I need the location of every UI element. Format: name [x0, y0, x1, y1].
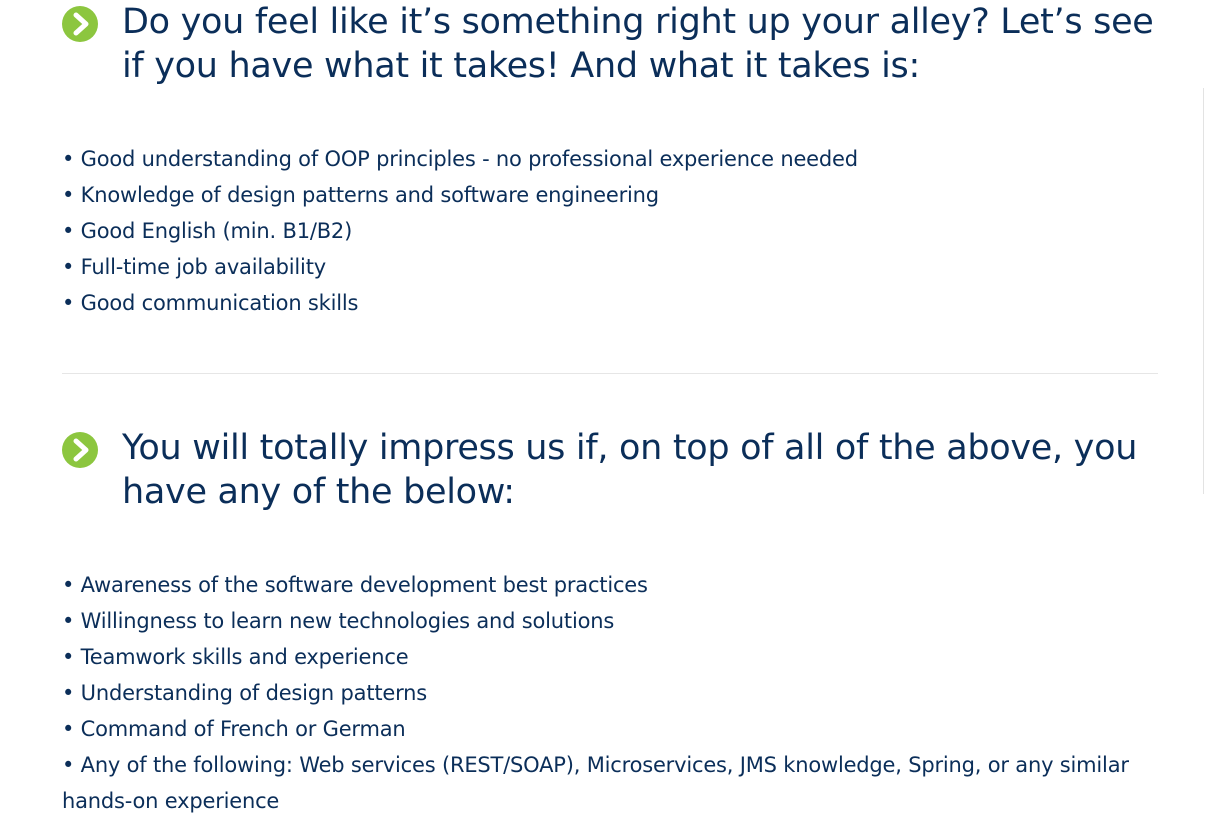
list-item: • Teamwork skills and experience [62, 645, 409, 669]
requirements-heading: Do you feel like it’s something right up… [122, 2, 1154, 86]
bonus-skills-list: • Awareness of the software development … [62, 567, 1158, 819]
list-item: • Good communication skills [62, 291, 359, 315]
requirements-heading-row: Do you feel like it’s something right up… [62, 0, 1158, 88]
bonus-heading: You will totally impress us if, on top o… [122, 428, 1138, 512]
list-item: • Full-time job availability [62, 255, 326, 279]
list-item: • Command of French or German [62, 717, 406, 741]
requirements-list: • Good understanding of OOP principles -… [62, 141, 1158, 321]
list-item: • Knowledge of design patterns and softw… [62, 183, 659, 207]
list-item: • Any of the following: Web services (RE… [62, 753, 1129, 813]
chevron-right-circle-icon [62, 6, 98, 42]
bonus-skills-section: You will totally impress us if, on top o… [62, 426, 1158, 813]
job-requirements-page: Do you feel like it’s something right up… [0, 0, 1209, 824]
sidebar-edge-border [1203, 88, 1204, 494]
section-divider [62, 373, 1158, 374]
chevron-right-circle-icon [62, 432, 98, 468]
requirements-section: Do you feel like it’s something right up… [62, 0, 1158, 315]
list-item: • Awareness of the software development … [62, 573, 648, 597]
list-item: • Understanding of design patterns [62, 681, 428, 705]
list-item: • Good understanding of OOP principles -… [62, 147, 858, 171]
list-item: • Willingness to learn new technologies … [62, 609, 615, 633]
bonus-heading-row: You will totally impress us if, on top o… [62, 426, 1158, 514]
list-item: • Good English (min. B1/B2) [62, 219, 353, 243]
